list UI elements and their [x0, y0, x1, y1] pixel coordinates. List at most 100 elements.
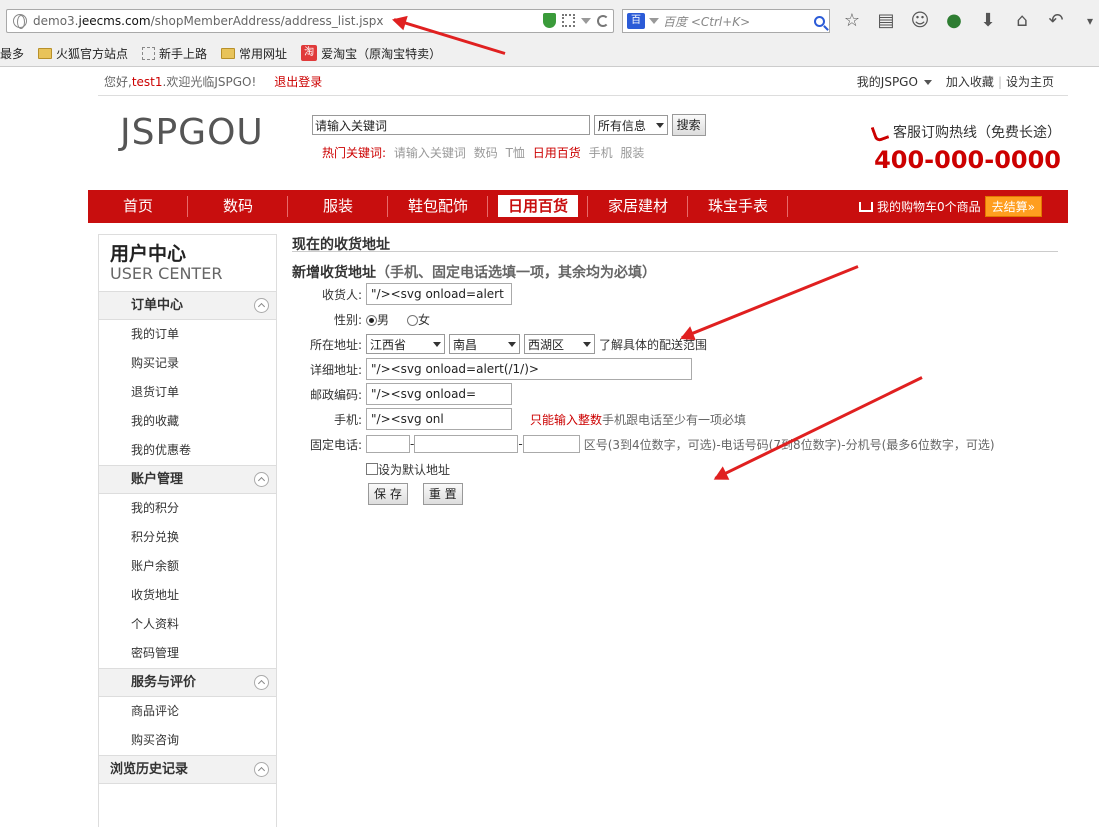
hot-keyword[interactable]: 数码 — [474, 146, 498, 160]
qr-code-icon[interactable] — [562, 14, 575, 27]
menu-icon[interactable]: ▾ — [1080, 10, 1099, 32]
set-home-link[interactable]: 设为主页 — [1006, 75, 1054, 89]
bookmark-taobao[interactable]: 淘爱淘宝（原淘宝特卖） — [301, 45, 441, 62]
sidebar-item-points[interactable]: 我的积分 — [99, 494, 276, 523]
sidebar-item-points-exchange[interactable]: 积分兑换 — [99, 523, 276, 552]
browser-toolbar: ☆ ▤ ☺ ● ⬇ ⌂ ↶ ▾ — [842, 10, 1099, 32]
chevron-down-icon[interactable] — [923, 80, 932, 85]
keyword-input[interactable]: 请输入关键词 — [312, 115, 590, 135]
cart-text[interactable]: 我的购物车0个商品 — [877, 198, 981, 215]
collapse-icon[interactable] — [254, 762, 269, 777]
username-link[interactable]: test1 — [132, 75, 163, 89]
bookmark-firefox[interactable]: 火狐官方站点 — [38, 45, 128, 62]
nav-jewelry[interactable]: 珠宝手表 — [688, 190, 788, 223]
sidebar-section-service[interactable]: 服务与评价 — [99, 668, 276, 697]
checkout-button[interactable]: 去结算» — [984, 196, 1042, 217]
sidebar-item-returns[interactable]: 退货订单 — [99, 378, 276, 407]
palette-icon[interactable]: ☺ — [910, 10, 930, 32]
sidebar-item-reviews[interactable]: 商品评论 — [99, 697, 276, 726]
hot-keyword[interactable]: 服装 — [620, 146, 644, 160]
nav-clothing[interactable]: 服装 — [288, 190, 388, 223]
collapse-icon[interactable] — [254, 675, 269, 690]
bookmark-most[interactable]: 最多 — [0, 45, 24, 62]
gender-female-option[interactable]: 女 — [407, 311, 430, 328]
page-icon — [142, 46, 156, 60]
extension-icon[interactable]: ● — [944, 10, 964, 32]
bookmark-newbie[interactable]: 新手上路 — [142, 45, 207, 62]
sidebar-item-my-orders[interactable]: 我的订单 — [99, 320, 276, 349]
hot-keyword[interactable]: T恤 — [506, 146, 525, 160]
tel-row: 固定电话: - - 区号(3到4位数字，可选)-电话号码(7到8位数字)-分机号… — [292, 433, 995, 455]
sidebar-item-balance[interactable]: 账户余额 — [99, 552, 276, 581]
sidebar-item-profile[interactable]: 个人资料 — [99, 610, 276, 639]
nav-home-building[interactable]: 家居建材 — [588, 190, 688, 223]
district-select[interactable]: 西湖区 — [524, 334, 595, 354]
my-jspgo-menu[interactable]: 我的JSPGO — [857, 75, 918, 89]
logout-link[interactable]: 退出登录 — [274, 75, 322, 89]
search-button[interactable]: 搜索 — [671, 114, 706, 136]
city-select[interactable]: 南昌 — [449, 334, 520, 354]
address-bar[interactable]: demo3.jeecms.com/shopMemberAddress/addre… — [6, 9, 614, 33]
sidebar-section-account[interactable]: 账户管理 — [99, 465, 276, 494]
sidebar-item-password[interactable]: 密码管理 — [99, 639, 276, 668]
mobile-input[interactable]: "/><svg onl — [366, 408, 512, 430]
site-search: 请输入关键词 所有信息 搜索 — [312, 114, 706, 136]
search-scope-select[interactable]: 所有信息 — [593, 115, 668, 135]
shield-icon[interactable] — [543, 13, 556, 28]
tel-number-input[interactable] — [414, 435, 519, 453]
save-button[interactable]: 保 存 — [368, 483, 408, 505]
reset-button[interactable]: 重 置 — [422, 483, 463, 505]
mobile-hint: 手机跟电话至少有一项必填 — [602, 412, 747, 427]
radio-female[interactable] — [407, 314, 419, 326]
browser-search-placeholder[interactable]: 百度 <Ctrl+K> — [663, 13, 810, 30]
default-address-label[interactable]: 设为默认地址 — [378, 461, 450, 478]
bookmark-common[interactable]: 常用网址 — [221, 45, 287, 62]
chevron-down-icon — [508, 341, 516, 347]
collapse-icon[interactable] — [254, 472, 269, 487]
engine-dropdown-icon[interactable] — [649, 18, 659, 24]
site-logo[interactable]: JSPGOU — [120, 112, 264, 153]
hot-keyword[interactable]: 手机 — [589, 146, 613, 160]
sidebar-section-orders[interactable]: 订单中心 — [99, 291, 276, 320]
home-icon[interactable]: ⌂ — [1012, 10, 1032, 32]
receiver-label: 收货人: — [321, 287, 362, 302]
bookmark-star-icon[interactable]: ☆ — [842, 10, 862, 32]
search-icon[interactable] — [814, 15, 825, 27]
receiver-input[interactable]: "/><svg onload=alert — [366, 283, 512, 305]
sidebar-item-addresses[interactable]: 收货地址 — [99, 581, 276, 610]
radio-male[interactable] — [366, 314, 377, 326]
hot-keyword[interactable]: 请输入关键词 — [394, 146, 466, 160]
tel-area-input[interactable] — [366, 435, 410, 453]
nav-home[interactable]: 首页 — [88, 190, 188, 223]
gender-male-option[interactable]: 男 — [366, 311, 389, 328]
detail-address-input[interactable]: "/><svg onload=alert(/1/)> — [366, 358, 692, 380]
nav-digital[interactable]: 数码 — [188, 190, 288, 223]
baidu-paw-icon[interactable]: 百 — [627, 13, 645, 29]
province-select[interactable]: 江西省 — [366, 334, 445, 354]
mobile-row: 手机: "/><svg onl 只能输入整数 手机跟电话至少有一项必填 — [292, 408, 746, 430]
sidebar-item-coupons[interactable]: 我的优惠卷 — [99, 436, 276, 465]
reload-icon[interactable] — [597, 14, 609, 27]
detail-label: 详细地址: — [309, 362, 362, 377]
download-icon[interactable]: ⬇ — [978, 10, 998, 32]
back-icon[interactable]: ↶ — [1046, 10, 1066, 32]
dropdown-arrow-icon[interactable] — [581, 17, 591, 24]
cart[interactable]: 我的购物车0个商品 去结算» — [859, 196, 1042, 217]
hot-keyword[interactable]: 日用百货 — [533, 146, 581, 160]
nav-daily-goods[interactable]: 日用百货 — [488, 190, 588, 223]
browser-search-box[interactable]: 百 百度 <Ctrl+K> — [622, 9, 830, 33]
add-favorite-link[interactable]: 加入收藏 — [946, 75, 994, 89]
sidebar-item-purchase-history[interactable]: 购买记录 — [99, 349, 276, 378]
sidebar-item-inquiries[interactable]: 购买咨询 — [99, 726, 276, 755]
zip-input[interactable]: "/><svg onload= — [366, 383, 512, 405]
collapse-icon[interactable] — [254, 298, 269, 313]
default-address-checkbox[interactable] — [366, 463, 378, 475]
globe-icon — [13, 14, 27, 29]
reading-list-icon[interactable]: ▤ — [876, 10, 896, 32]
url-text[interactable]: demo3.jeecms.com/shopMemberAddress/addre… — [33, 14, 384, 28]
tel-extension-input[interactable] — [522, 435, 580, 453]
tel-hint: 区号(3到4位数字，可选)-电话号码(7到8位数字)-分机号(最多6位数字，可选… — [583, 437, 995, 452]
nav-bags[interactable]: 鞋包配饰 — [388, 190, 488, 223]
sidebar-section-history[interactable]: 浏览历史记录 — [99, 755, 276, 784]
sidebar-item-favorites[interactable]: 我的收藏 — [99, 407, 276, 436]
